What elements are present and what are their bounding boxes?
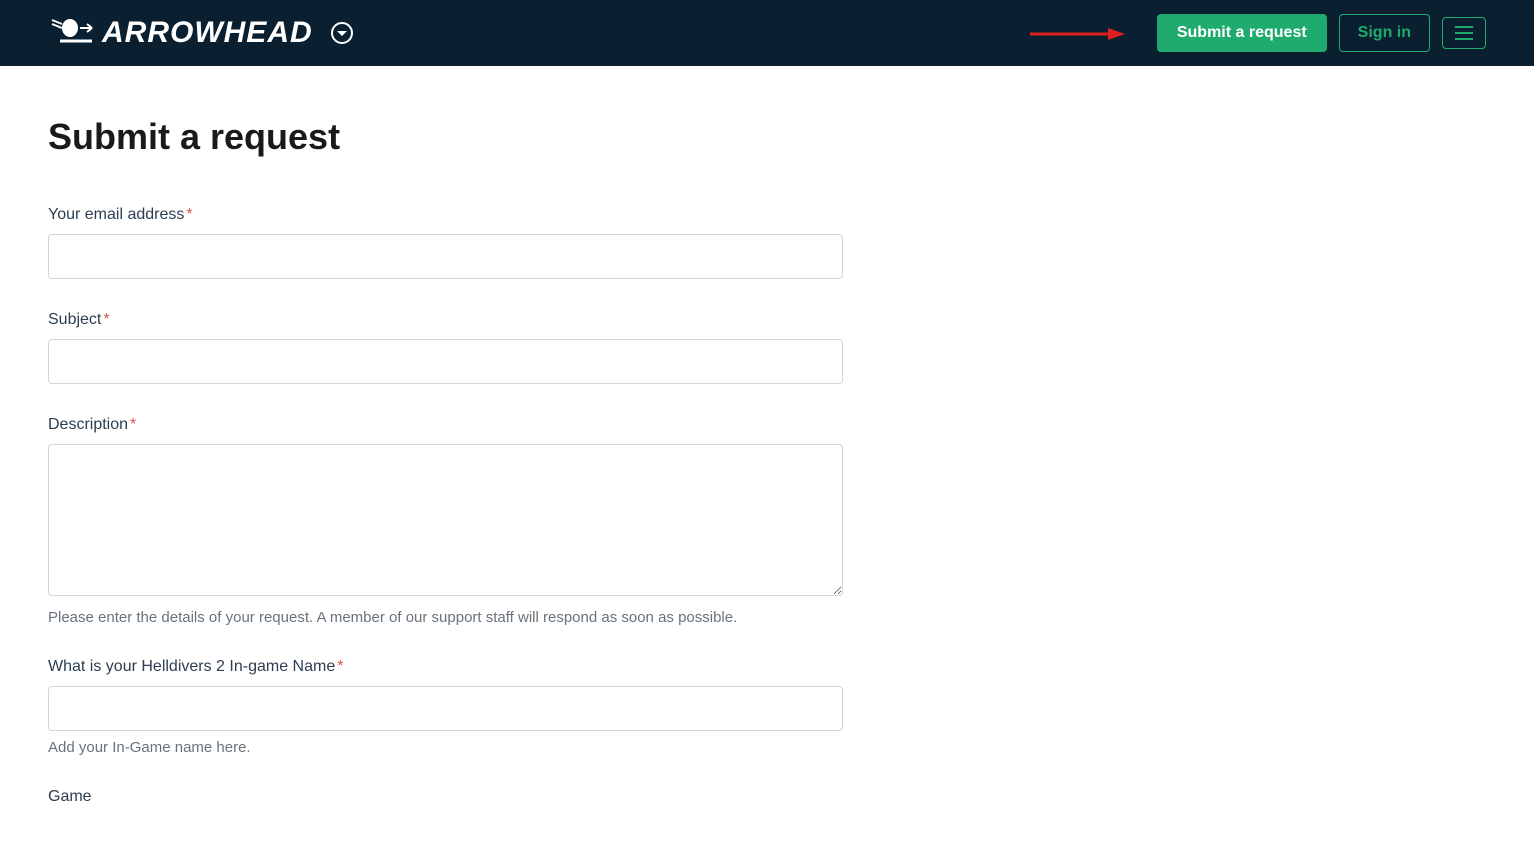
ingame-name-hint: Add your In-Game name here. bbox=[48, 739, 842, 756]
subject-label: Subject* bbox=[48, 311, 842, 329]
required-mark: * bbox=[103, 311, 109, 328]
ingame-name-label: What is your Helldivers 2 In-game Name* bbox=[48, 658, 842, 676]
description-label: Description* bbox=[48, 416, 842, 434]
sign-in-button[interactable]: Sign in bbox=[1339, 14, 1430, 52]
subject-field-group: Subject* bbox=[48, 311, 842, 384]
description-field-group: Description* Please enter the details of… bbox=[48, 416, 842, 626]
brand-dropdown-toggle[interactable] bbox=[331, 22, 353, 44]
chevron-down-icon bbox=[337, 31, 347, 36]
email-label: Your email address* bbox=[48, 206, 842, 224]
page-title: Submit a request bbox=[48, 116, 842, 158]
submit-request-button[interactable]: Submit a request bbox=[1157, 14, 1327, 52]
required-mark: * bbox=[186, 206, 192, 223]
header-bar: ARROWHEAD Submit a request Sign in bbox=[0, 0, 1534, 66]
required-mark: * bbox=[337, 658, 343, 675]
game-label: Game bbox=[48, 788, 842, 806]
brand-logo[interactable]: ARROWHEAD bbox=[48, 14, 313, 52]
email-input[interactable] bbox=[48, 234, 843, 279]
description-hint: Please enter the details of your request… bbox=[48, 609, 842, 626]
description-textarea[interactable] bbox=[48, 444, 843, 596]
subject-input[interactable] bbox=[48, 339, 843, 384]
email-field-group: Your email address* bbox=[48, 206, 842, 279]
hamburger-icon bbox=[1455, 26, 1473, 40]
main-content: Submit a request Your email address* Sub… bbox=[0, 66, 890, 868]
logo-section: ARROWHEAD bbox=[48, 14, 353, 52]
ingame-name-field-group: What is your Helldivers 2 In-game Name* … bbox=[48, 658, 842, 756]
menu-button[interactable] bbox=[1442, 17, 1486, 49]
header-actions: Submit a request Sign in bbox=[1157, 14, 1486, 52]
ingame-name-input[interactable] bbox=[48, 686, 843, 731]
required-mark: * bbox=[130, 416, 136, 433]
brand-name: ARROWHEAD bbox=[102, 16, 313, 50]
game-field-group: Game bbox=[48, 788, 842, 806]
arrowhead-logo-icon bbox=[48, 14, 96, 52]
